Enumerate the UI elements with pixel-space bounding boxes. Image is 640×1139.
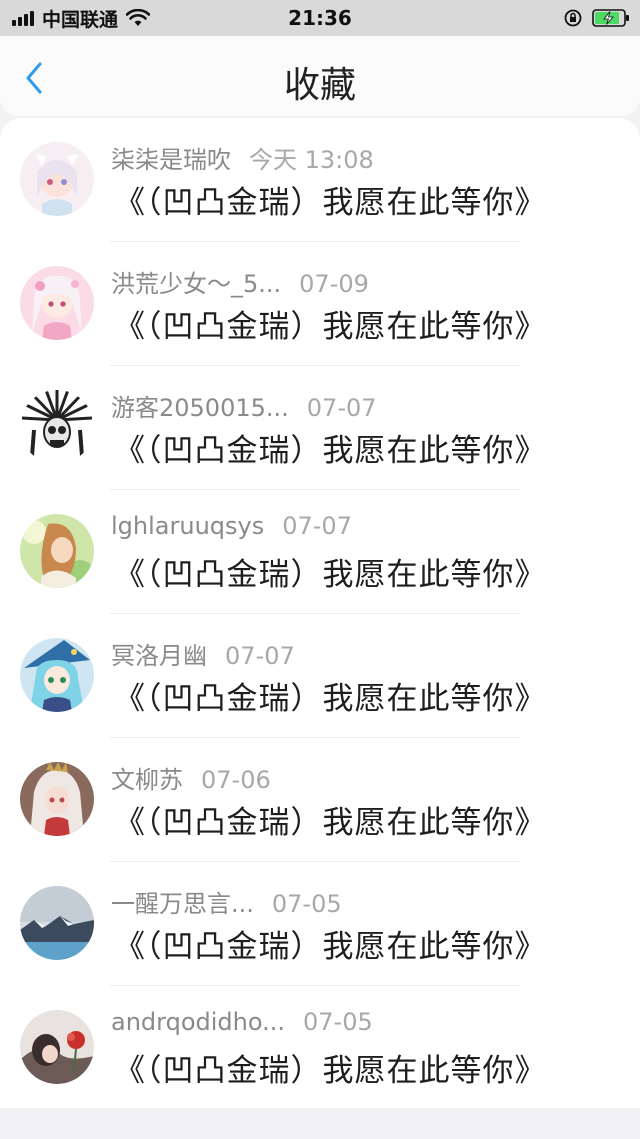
username: 游客2050015... xyxy=(111,394,289,422)
username: lghlaruuqsys xyxy=(111,512,265,540)
timestamp: 07-05 xyxy=(271,890,342,918)
list-item[interactable]: 游客2050015... 07-07 《（凹凸金瑞）我愿在此等你》 xyxy=(0,366,640,490)
username: 一醒万思言... xyxy=(111,890,254,918)
timestamp: 07-06 xyxy=(201,766,271,794)
carrier-label: 中国联通 xyxy=(42,8,119,31)
timestamp: 07-09 xyxy=(299,270,369,298)
story-title: 《（凹凸金瑞）我愿在此等你》 xyxy=(114,805,547,841)
page-title: 收藏 xyxy=(283,65,356,106)
item-meta: 游客2050015... 07-07 xyxy=(111,388,377,423)
avatar[interactable] xyxy=(20,390,94,464)
favorites-list: 柒柒是瑞吹 今天 13:08 《（凹凸金瑞）我愿在此等你》 洪荒少女～_5... 0… xyxy=(0,118,640,1108)
item-meta: andrqodidho... 07-05 xyxy=(111,1008,373,1036)
list-item[interactable]: 洪荒少女～_5... 07-09 《（凹凸金瑞）我愿在此等你》 xyxy=(0,242,640,366)
story-title: 《（凹凸金瑞）我愿在此等你》 xyxy=(114,557,547,593)
list-item[interactable]: 冥洛月幽 07-07 《（凹凸金瑞）我愿在此等你》 xyxy=(0,614,640,738)
story-title: 《（凹凸金瑞）我愿在此等你》 xyxy=(114,433,547,469)
username: 冥洛月幽 xyxy=(111,642,207,670)
story-title: 《（凹凸金瑞）我愿在此等你》 xyxy=(114,681,547,717)
timestamp: 07-05 xyxy=(303,1008,373,1036)
item-meta: lghlaruuqsys 07-07 xyxy=(111,512,352,540)
list-item[interactable]: andrqodidho... 07-05 《（凹凸金瑞）我愿在此等你》 xyxy=(0,986,640,1108)
status-left: 中国联通 xyxy=(0,5,151,32)
avatar[interactable] xyxy=(20,762,94,836)
username: 文柳苏 xyxy=(111,766,183,794)
avatar[interactable] xyxy=(20,638,94,712)
avatar[interactable] xyxy=(20,886,94,960)
nav-bar: 收藏 xyxy=(0,36,640,116)
item-meta: 一醒万思言... 07-05 xyxy=(111,884,342,919)
status-bar: 中国联通 21:36 xyxy=(0,0,640,36)
avatar[interactable] xyxy=(20,514,94,588)
timestamp: 07-07 xyxy=(282,512,352,540)
orientation-lock-icon xyxy=(564,9,582,27)
list-item[interactable]: 一醒万思言... 07-05 《（凹凸金瑞）我愿在此等你》 xyxy=(0,862,640,986)
username: andrqodidho... xyxy=(111,1008,286,1036)
item-meta: 洪荒少女～_5... 07-09 xyxy=(111,264,369,299)
story-title: 《（凹凸金瑞）我愿在此等你》 xyxy=(114,185,547,221)
item-meta: 冥洛月幽 07-07 xyxy=(111,636,295,671)
item-meta: 文柳苏 07-06 xyxy=(111,760,271,795)
item-meta: 柒柒是瑞吹 今天 13:08 xyxy=(111,140,374,175)
avatar[interactable] xyxy=(20,1010,94,1084)
username: 柒柒是瑞吹 xyxy=(111,146,231,174)
bottom-background xyxy=(0,1108,640,1139)
story-title: 《（凹凸金瑞）我愿在此等你》 xyxy=(114,1053,547,1089)
signal-icon xyxy=(12,10,34,26)
list-item[interactable]: lghlaruuqsys 07-07 《（凹凸金瑞）我愿在此等你》 xyxy=(0,490,640,614)
timestamp: 07-07 xyxy=(225,642,295,670)
wifi-icon xyxy=(126,9,151,26)
avatar[interactable] xyxy=(20,266,94,340)
story-title: 《（凹凸金瑞）我愿在此等你》 xyxy=(114,309,547,345)
story-title: 《（凹凸金瑞）我愿在此等你》 xyxy=(114,929,547,965)
status-right xyxy=(564,9,640,27)
timestamp: 07-07 xyxy=(306,394,377,422)
list-item[interactable]: 文柳苏 07-06 《（凹凸金瑞）我愿在此等你》 xyxy=(0,738,640,862)
list-item[interactable]: 柒柒是瑞吹 今天 13:08 《（凹凸金瑞）我愿在此等你》 xyxy=(0,118,640,242)
username: 洪荒少女～_5... xyxy=(111,270,282,298)
timestamp: 今天 13:08 xyxy=(249,146,374,174)
battery-charging-icon xyxy=(592,9,629,27)
avatar[interactable] xyxy=(20,142,94,216)
